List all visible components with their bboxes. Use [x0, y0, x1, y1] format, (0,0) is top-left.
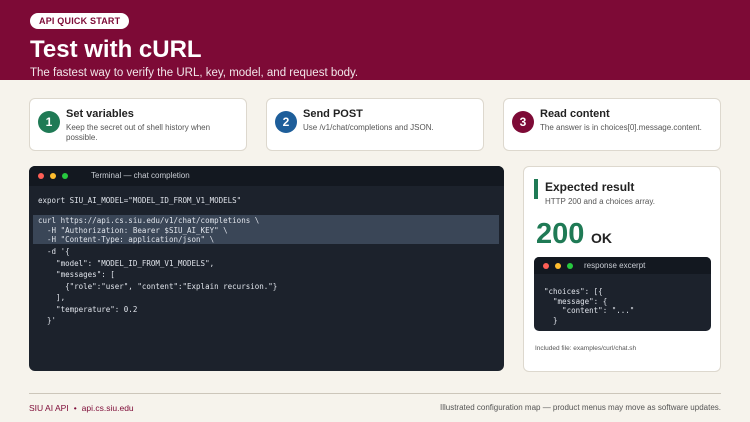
- code-line: -H "Content-Type: application/json" \: [38, 235, 215, 244]
- response-excerpt-window: response excerpt "choices": [{ "message"…: [534, 257, 711, 331]
- footer-brand: SIU AI API • api.cs.siu.edu: [29, 403, 134, 413]
- code-line: "choices": [{: [544, 287, 603, 296]
- code-line: {"role":"user", "content":"Explain recur…: [38, 281, 278, 291]
- page-subtitle: The fastest way to verify the URL, key, …: [30, 67, 359, 79]
- footer-domain: api.cs.siu.edu: [81, 403, 134, 413]
- step-number-badge: 2: [275, 111, 297, 133]
- included-file-note: Included file: examples/curl/chat.sh: [535, 345, 637, 352]
- footer-divider: [29, 393, 721, 394]
- status-text: OK: [591, 230, 612, 246]
- step-card-3: 3 Read content The answer is in choices[…: [503, 98, 721, 151]
- step-number-badge: 3: [512, 111, 534, 133]
- code-line: -d '{: [38, 247, 70, 256]
- page-title: Test with cURL: [30, 36, 202, 63]
- accent-bar: [534, 179, 538, 199]
- terminal-window: Terminal — chat completion export SIU_AI…: [29, 166, 504, 371]
- step-card-1: 1 Set variables Keep the secret out of s…: [29, 98, 247, 151]
- code-line: export SIU_AI_MODEL="MODEL_ID_FROM_V1_MO…: [38, 196, 242, 205]
- code-line: "content": "...": [544, 306, 635, 315]
- step-title: Send POST: [303, 108, 363, 120]
- footer-separator: •: [73, 403, 77, 413]
- expected-result-card: Expected result HTTP 200 and a choices a…: [523, 166, 721, 372]
- maximize-dot-icon: [62, 173, 68, 179]
- footer-note: Illustrated configuration map — product …: [439, 403, 721, 412]
- code-line: }: [544, 315, 558, 325]
- code-line: "temperature": 0.2: [38, 304, 138, 314]
- code-line: ],: [38, 293, 66, 302]
- result-title: Expected result: [545, 180, 635, 194]
- result-description: HTTP 200 and a choices array.: [545, 197, 655, 206]
- excerpt-title-bar: response excerpt: [534, 257, 711, 274]
- code-line: "model": "MODEL_ID_FROM_V1_MODELS",: [38, 258, 215, 268]
- code-line: }': [38, 316, 57, 325]
- close-dot-icon: [38, 173, 44, 179]
- minimize-dot-icon: [50, 173, 56, 179]
- code-line: -H "Authorization: Bearer $SIU_AI_KEY" \: [38, 225, 228, 235]
- step-number-badge: 1: [38, 111, 60, 133]
- code-line: "message": {: [544, 296, 608, 306]
- minimize-dot-icon: [555, 263, 561, 269]
- step-description: The answer is in choices[0].message.cont…: [540, 123, 702, 132]
- footer-brand-name: SIU AI API: [29, 403, 69, 413]
- excerpt-title: response excerpt: [584, 261, 646, 270]
- maximize-dot-icon: [567, 263, 573, 269]
- step-description: Keep the secret out of shell history whe…: [66, 123, 211, 142]
- status-code: 200: [536, 218, 585, 250]
- code-line: curl https://api.cs.siu.edu/v1/chat/comp…: [38, 216, 260, 225]
- code-line: "messages": [: [38, 270, 115, 279]
- step-description: Use /v1/chat/completions and JSON.: [303, 123, 434, 132]
- section-badge: API QUICK START: [30, 13, 130, 29]
- terminal-title: Terminal — chat completion: [91, 171, 190, 180]
- step-title: Read content: [540, 108, 610, 120]
- step-card-2: 2 Send POST Use /v1/chat/completions and…: [266, 98, 484, 151]
- close-dot-icon: [543, 263, 549, 269]
- step-title: Set variables: [66, 108, 134, 120]
- header-banner: API QUICK START Test with cURL The faste…: [0, 0, 750, 80]
- terminal-title-bar: Terminal — chat completion: [29, 166, 504, 186]
